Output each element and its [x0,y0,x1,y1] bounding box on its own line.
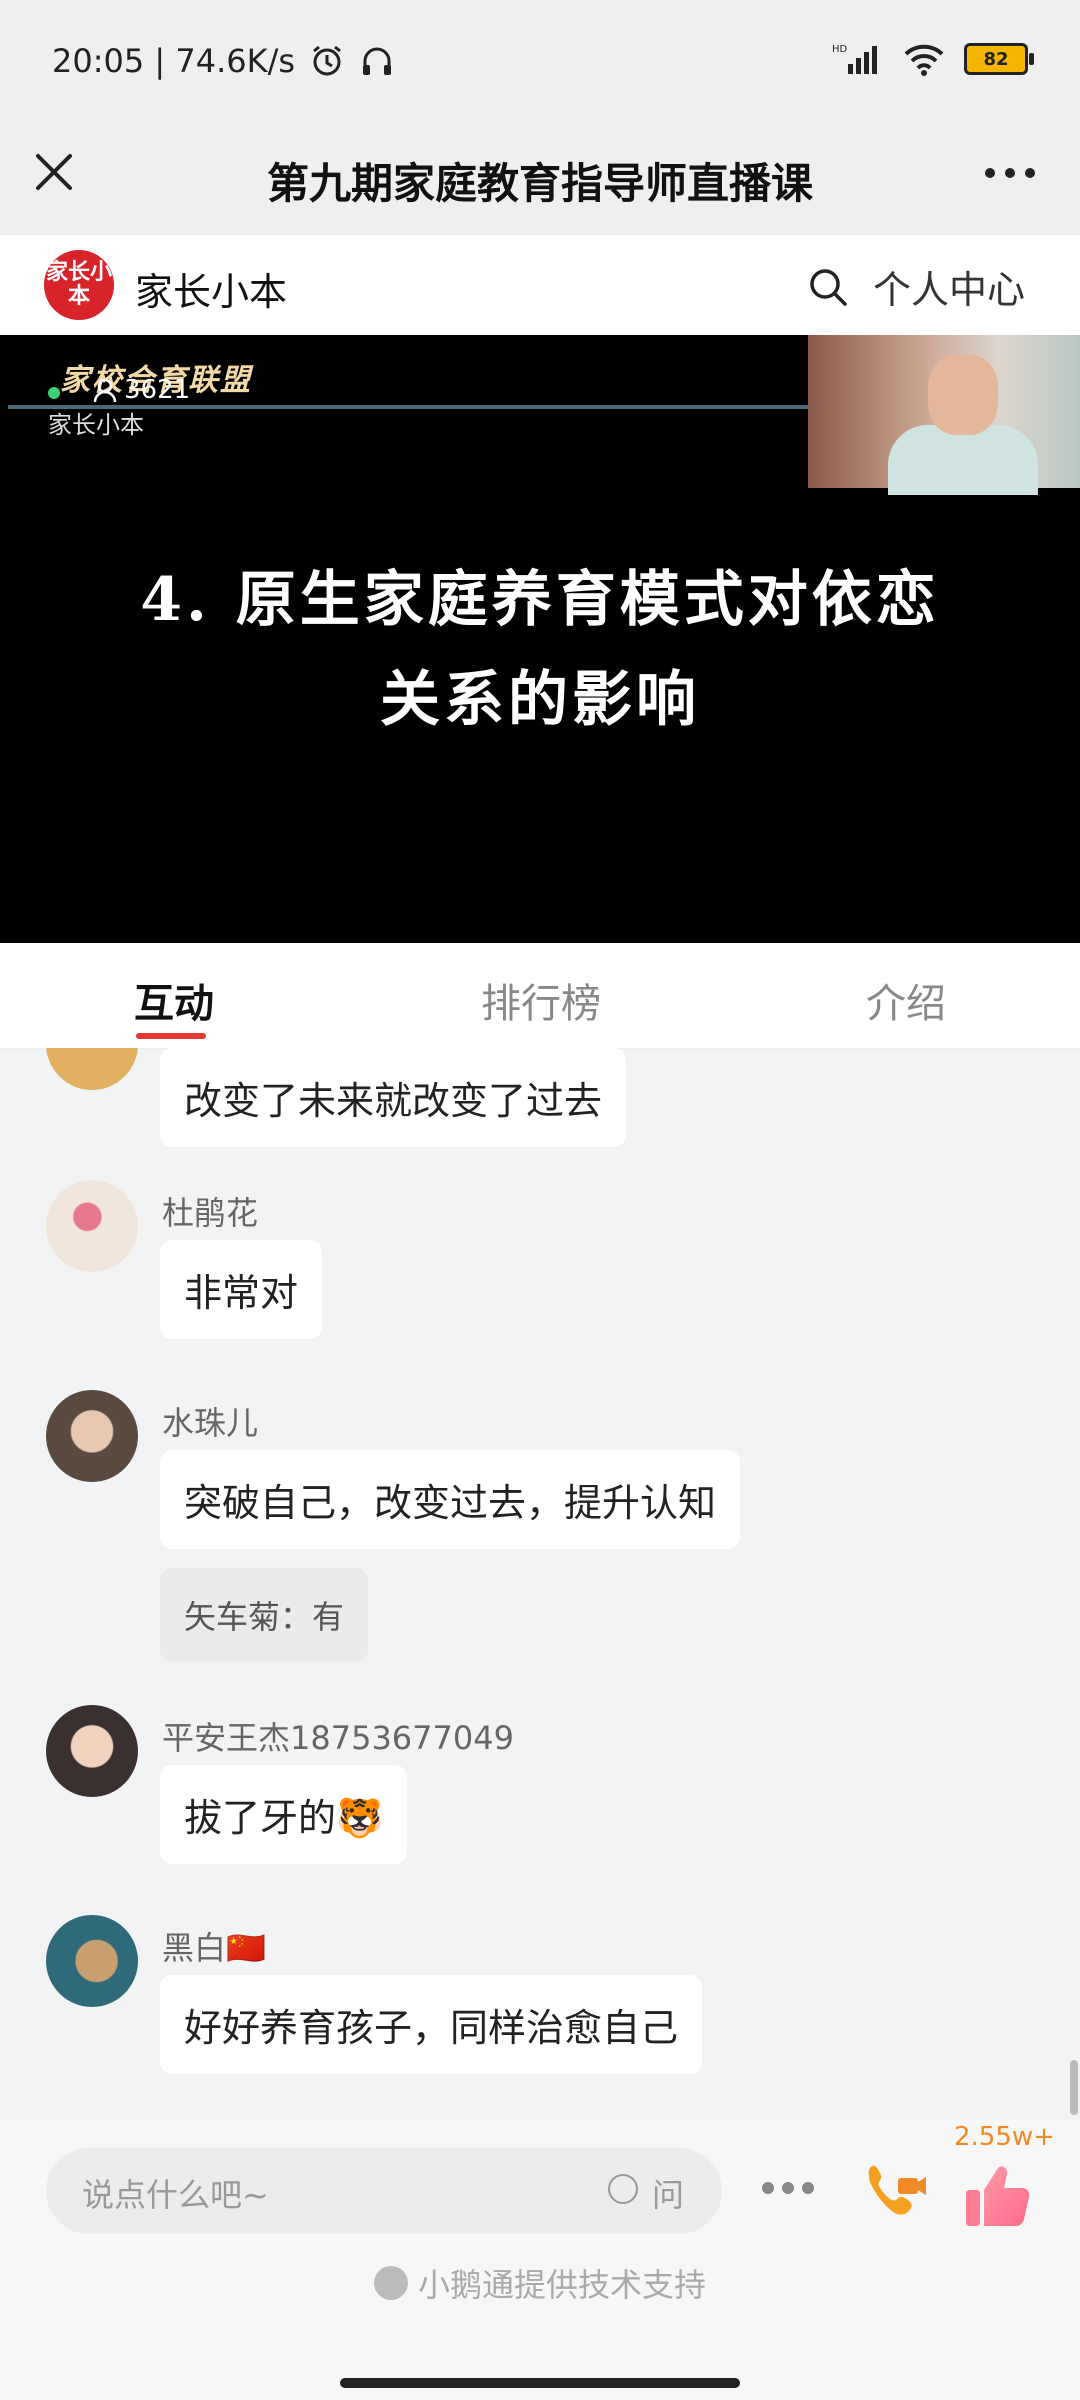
tab-intro[interactable]: 介绍 [866,971,946,1029]
xiaoe-logo-icon [373,2266,408,2300]
tab-ranking[interactable]: 排行榜 [481,971,601,1029]
viewer-icon [93,378,117,403]
speaker-pip-video[interactable] [808,335,1080,495]
speaker-body [888,425,1038,495]
alarm-icon [313,45,341,76]
message-bubble: 非常对 [160,1240,323,1339]
battery-level: 82 [983,48,1009,70]
message-bubble: 好好养育孩子，同样治愈自己 [160,1975,703,2074]
bottom-bar: 说点什么吧~ 问 2.55w+ 小鹅通提供技术支持 [0,2120,1080,2400]
sender-name: 平安王杰18753677049 [162,1719,514,1757]
home-indicator[interactable] [340,2378,740,2388]
title-bar: 第九期家庭教育指导师直播课 [0,130,1080,235]
chat-scrollbar[interactable] [1070,2060,1078,2115]
like-count: 2.55w+ [954,2122,1055,2152]
logo-text: 家长小本 [45,260,112,309]
headphone-icon [363,47,392,75]
channel-sub-watermark: 家长小本 [48,411,144,439]
ask-question-label[interactable]: 问 [652,2170,684,2216]
brand-logo[interactable]: 家长小本 [44,250,114,320]
avatar[interactable] [46,1705,138,1797]
chat-list[interactable]: 改变了未来就改变了过去 杜鹃花 非常对 水珠儿 突破自己，改变过去，提升认知 矢… [0,1048,1080,2120]
page-title: 第九期家庭教育指导师直播课 [266,159,813,208]
sender-name: 黑白🇨🇳 [162,1929,266,1967]
slide-title-line2: 关系的影响 [380,665,700,735]
battery-icon: 82 [964,43,1034,75]
signal-icon: HD [832,44,877,74]
message-bubble: 改变了未来就改变了过去 [160,1048,627,1147]
brand-bar: 家长小本 家长小本 个人中心 [0,235,1080,335]
avatar[interactable] [46,1180,138,1272]
quoted-reply: 矢车菊：有 [160,1568,369,1662]
speaker-head [928,355,998,435]
slide-title-line1: 4. 原生家庭养育模式对依恋 [140,565,940,635]
tab-bar: 互动 排行榜 介绍 [0,943,1080,1049]
comment-placeholder: 说点什么吧~ [82,2176,269,2214]
viewer-count-value: 3621 [124,375,191,405]
tab-interaction[interactable]: 互动 [134,971,214,1029]
live-video-player[interactable]: 家校合育联盟 家长小本 3621 4. 原生家庭养育模式对依恋 关系的影响 [0,335,1080,943]
slide-title: 4. 原生家庭养育模式对依恋 关系的影响 [0,550,1080,750]
brand-name[interactable]: 家长小本 [135,261,287,316]
video-call-icon[interactable] [858,2156,930,2228]
wifi-icon [904,44,944,76]
message-bubble: 拔了牙的🐯 [160,1765,408,1864]
svg-text:HD: HD [832,44,848,55]
tech-support-text: 小鹅通提供技术支持 [417,2266,706,2304]
sender-name: 杜鹃花 [162,1194,259,1232]
avatar[interactable] [46,1048,138,1090]
ask-question-radio[interactable] [608,2174,638,2204]
search-icon[interactable] [808,267,848,307]
viewer-count: 3621 [92,375,190,405]
sender-name: 水珠儿 [162,1404,259,1442]
live-indicator [48,387,60,399]
more-options-icon[interactable] [762,2182,814,2194]
more-menu-icon[interactable] [980,158,1040,188]
message-bubble: 突破自己，改变过去，提升认知 [160,1450,741,1549]
thumbs-up-icon[interactable] [962,2160,1034,2232]
tech-support-footer: 小鹅通提供技术支持 [0,2260,1080,2306]
status-time-speed: 20:05 | 74.6K/s [52,42,296,80]
personal-center-link[interactable]: 个人中心 [873,259,1025,314]
comment-input[interactable]: 说点什么吧~ 问 [46,2148,722,2234]
avatar[interactable] [46,1390,138,1482]
avatar[interactable] [46,1915,138,2007]
status-bar: 20:05 | 74.6K/s HD 82 [0,0,1080,130]
active-tab-indicator [136,1033,206,1039]
